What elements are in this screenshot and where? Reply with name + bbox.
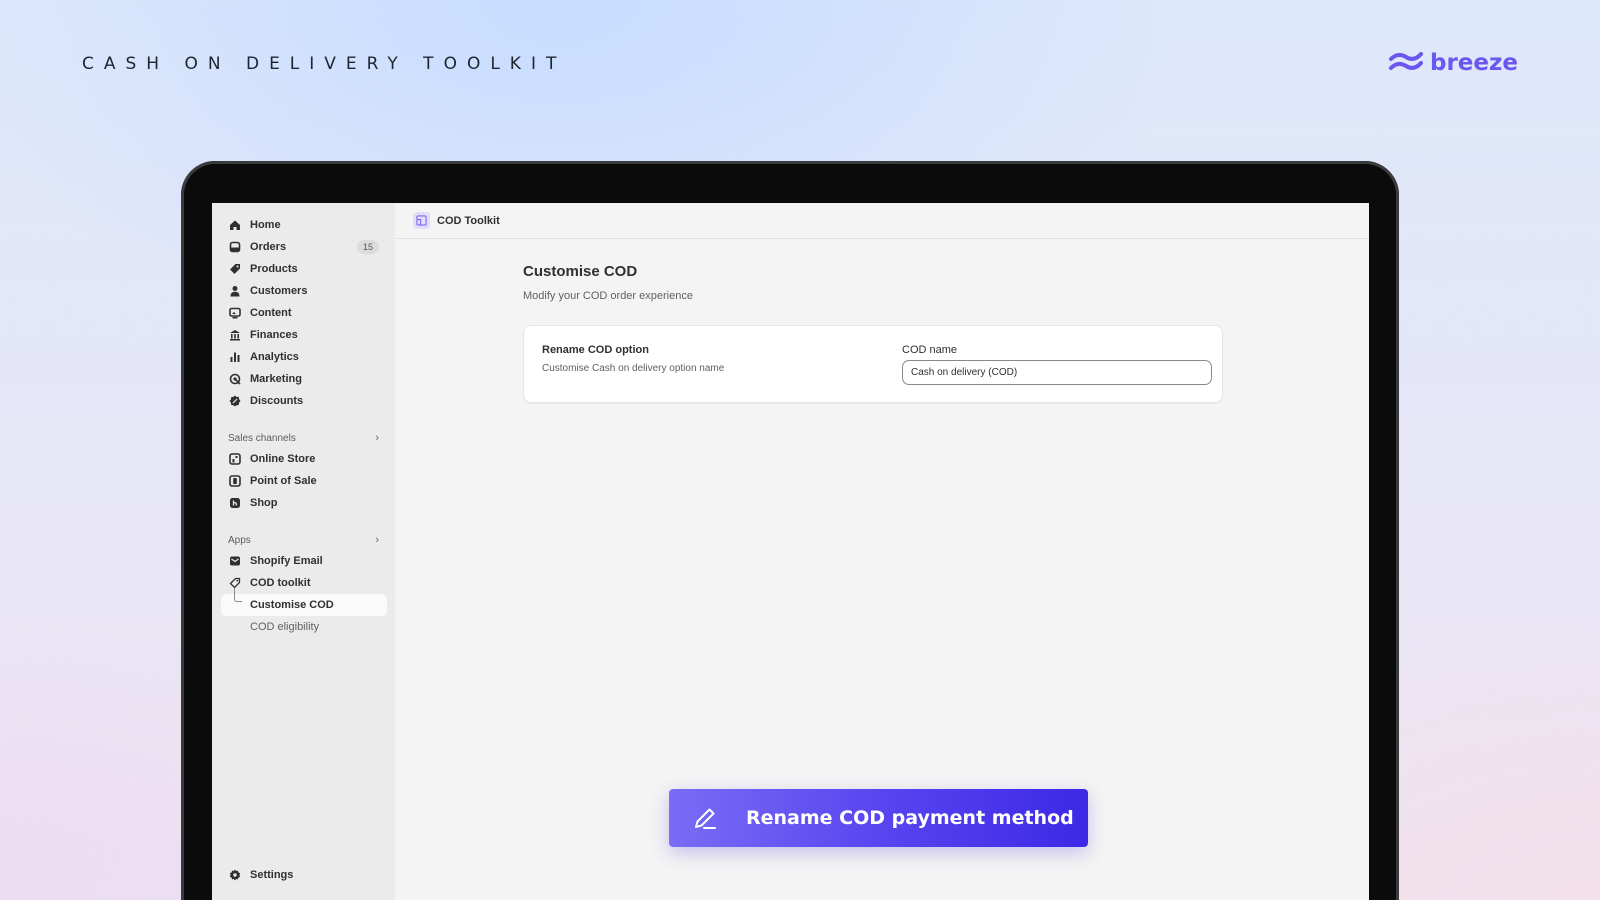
sidebar-item-label: COD eligibility	[250, 621, 320, 633]
sidebar-item-label: COD toolkit	[250, 577, 311, 589]
page-title: Customise COD	[523, 263, 638, 280]
app-icon	[413, 212, 430, 229]
page-content: Customise COD Modify your COD order expe…	[523, 263, 1223, 403]
shop-icon	[229, 497, 241, 509]
sidebar-subitem-cod-eligibility[interactable]: COD eligibility	[221, 616, 387, 638]
sidebar-item-home[interactable]: Home	[221, 214, 387, 236]
sidebar-item-online-store[interactable]: Online Store	[221, 448, 387, 470]
card-description-block: Rename COD option Customise Cash on deli…	[542, 344, 724, 374]
section-title: Sales channels	[228, 432, 296, 444]
sidebar-item-content[interactable]: Content	[221, 302, 387, 324]
sidebar-subitem-customise-cod[interactable]: Customise COD	[221, 588, 387, 616]
sidebar-item-label: Orders	[250, 241, 287, 253]
sidebar-item-label: Settings	[250, 869, 294, 881]
card-description: Customise Cash on delivery option name	[542, 363, 725, 374]
sidebar-item-label: Marketing	[250, 373, 302, 385]
cod-name-field-group: COD name	[902, 344, 1212, 385]
orders-icon	[229, 241, 241, 253]
sidebar-item-products[interactable]: Products	[221, 258, 387, 280]
email-icon	[229, 555, 241, 567]
page-subtitle: Modify your COD order experience	[523, 290, 693, 302]
sidebar-item-orders[interactable]: Orders 15	[221, 236, 387, 258]
sidebar-item-label: Discounts	[250, 395, 304, 407]
chevron-right-icon: ›	[375, 432, 379, 444]
sidebar-item-analytics[interactable]: Analytics	[221, 346, 387, 368]
sidebar-item-label: Customise COD	[250, 599, 334, 611]
sidebar-item-marketing[interactable]: Marketing	[221, 368, 387, 390]
rename-cod-card: Rename COD option Customise Cash on deli…	[523, 325, 1223, 403]
sidebar-item-customers[interactable]: Customers	[221, 280, 387, 302]
sidebar-item-label: Content	[250, 307, 292, 319]
sidebar-item-shopify-email[interactable]: Shopify Email	[221, 550, 387, 572]
discount-icon	[229, 395, 241, 407]
sales-channels-header[interactable]: Sales channels ›	[221, 428, 387, 448]
card-title: Rename COD option	[542, 344, 649, 356]
sidebar-item-label: Shop	[250, 497, 278, 509]
pos-icon	[229, 475, 241, 487]
banner-title: CASH ON DELIVERY TOOLKIT	[82, 54, 567, 74]
store-icon	[229, 453, 241, 465]
cta-label: Rename COD payment method	[746, 807, 1074, 829]
sidebar-item-label: Analytics	[250, 351, 299, 363]
sidebar-item-cod-toolkit[interactable]: COD toolkit	[221, 572, 387, 594]
sidebar-item-finances[interactable]: Finances	[221, 324, 387, 346]
brand-logo: breeze	[1388, 50, 1518, 76]
gear-icon	[229, 869, 241, 881]
sidebar-item-label: Customers	[250, 285, 308, 297]
tree-connector	[234, 588, 242, 602]
tag-icon	[229, 263, 241, 275]
chevron-right-icon: ›	[375, 534, 379, 546]
rename-cod-cta: Rename COD payment method	[669, 789, 1088, 847]
apps-header[interactable]: Apps ›	[221, 530, 387, 550]
sidebar-item-settings[interactable]: Settings	[221, 864, 387, 886]
sidebar-item-label: Products	[250, 263, 298, 275]
sidebar-item-label: Online Store	[250, 453, 316, 465]
sidebar-item-discounts[interactable]: Discounts	[221, 390, 387, 412]
sidebar-item-point-of-sale[interactable]: Point of Sale	[221, 470, 387, 492]
section-title: Apps	[228, 534, 251, 546]
sidebar-item-label: Shopify Email	[250, 555, 323, 567]
target-icon	[229, 373, 241, 385]
cod-name-label: COD name	[902, 344, 958, 356]
home-icon	[229, 219, 241, 231]
pencil-icon	[695, 808, 716, 829]
sidebar-item-shop[interactable]: Shop	[221, 492, 387, 514]
sidebar-item-label: Point of Sale	[250, 475, 317, 487]
orders-count-badge: 15	[356, 240, 379, 254]
sidebar: Home Orders 15 Products Customers Conten…	[212, 203, 395, 900]
person-icon	[229, 285, 241, 297]
content-icon	[229, 307, 241, 319]
sidebar-item-label: Finances	[250, 329, 298, 341]
bar-chart-icon	[229, 351, 241, 363]
wave-icon	[1389, 52, 1423, 70]
bank-icon	[229, 329, 241, 341]
app-title: COD Toolkit	[437, 214, 500, 227]
sidebar-item-label: Home	[250, 219, 281, 231]
app-topbar: COD Toolkit	[395, 203, 1369, 239]
cod-name-input[interactable]	[902, 360, 1212, 385]
brand-name: breeze	[1430, 50, 1518, 76]
